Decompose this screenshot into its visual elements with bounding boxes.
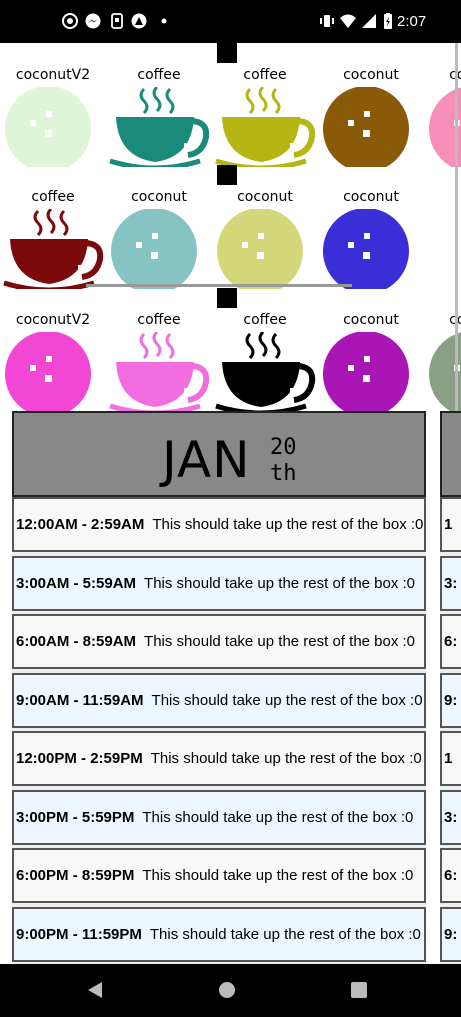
item-label: coffee (243, 312, 287, 328)
slot-description: This should take up the rest of the box … (149, 926, 421, 943)
time-range-label: 3:00PM - 5:59PM (16, 809, 135, 826)
coconut-item[interactable]: coconut (318, 288, 424, 412)
time-range-label: 9:00PM - 11:59PM (16, 926, 142, 943)
time-range-label: 3:00AM - 5:59AM (16, 575, 137, 592)
item-label: coffee (137, 312, 181, 328)
position-marker (217, 43, 237, 63)
next-calendar-date-header (440, 411, 461, 497)
item-label: coconut (343, 189, 399, 205)
slot-description: This should take up the rest of the box … (144, 575, 416, 592)
app-notification-icon (111, 13, 123, 29)
screen-record-icon (62, 13, 78, 29)
day-suffix: th (270, 461, 297, 486)
time-range-label: 6:00AM - 8:59AM (16, 633, 137, 650)
time-slot-row[interactable]: 1 (440, 731, 461, 786)
time-range-label: 6:00PM - 8:59PM (16, 867, 135, 884)
time-slot-row[interactable]: 3: (440, 790, 461, 845)
time-slot-row[interactable]: 3:00PM - 5:59PM This should take up the r… (12, 790, 426, 845)
cell-signal-icon (362, 14, 376, 28)
time-slot-row[interactable]: 12:00AM - 2:59AM This should take up the … (12, 497, 426, 552)
item-label: coconutV2 (15, 67, 91, 83)
time-slot-row[interactable]: 12:00PM - 2:59PM This should take up the … (12, 731, 426, 786)
item-label: coffee (137, 67, 181, 83)
time-slot-row[interactable]: 9: (440, 673, 461, 728)
navigation-bar (0, 964, 461, 1017)
position-marker (217, 288, 237, 308)
vibrate-icon (320, 15, 334, 27)
coffee-item[interactable]: coffee (0, 165, 106, 289)
recents-icon[interactable] (350, 981, 368, 999)
coconut-item[interactable]: coconut (106, 165, 212, 289)
time-slot-row[interactable]: 9:00AM - 11:59AM This should take up the … (12, 673, 426, 728)
item-label: coconut (237, 189, 293, 205)
item-label: coconut (131, 189, 187, 205)
month-label: JAN (162, 431, 251, 489)
time-slot-row[interactable]: 6: (440, 848, 461, 903)
time-slot-row[interactable]: 6:00PM - 8:59PM This should take up the r… (12, 848, 426, 903)
item-label: coconut (343, 312, 399, 328)
position-marker (217, 165, 237, 185)
status-bar: 2:07 (0, 0, 461, 43)
time-slot-row[interactable]: 9: (440, 907, 461, 962)
day-label: 20 th (270, 435, 297, 487)
item-label: coconut (343, 67, 399, 83)
slot-description: This should take up the rest of the box … (142, 809, 414, 826)
item-carousel[interactable]: coconutV2 coffee coffee coconut coconut … (0, 43, 461, 412)
time-range-label: 12:00PM - 2:59PM (16, 750, 143, 767)
coconut-item[interactable]: coconutV2 (0, 43, 106, 167)
item-label: coffee (243, 67, 287, 83)
expo-icon (131, 13, 147, 29)
coconut-item[interactable]: coconut (318, 165, 424, 289)
messenger-icon (85, 13, 101, 29)
wifi-icon (340, 14, 356, 28)
battery-icon (384, 13, 392, 29)
slot-description: This should take up the rest of the box … (144, 633, 416, 650)
slot-description: This should take up the rest of the box … (142, 867, 414, 884)
coconut-item[interactable]: coconutV2 (0, 288, 106, 412)
slot-description: This should take up the rest of the box … (150, 750, 422, 767)
coffee-item[interactable]: coffee (106, 288, 212, 412)
time-slot-row[interactable]: 6: (440, 614, 461, 669)
back-icon[interactable] (86, 981, 104, 999)
time-slot-row[interactable]: 9:00PM - 11:59PM This should take up the … (12, 907, 426, 962)
slot-description: This should take up the rest of the box … (151, 692, 423, 709)
slot-description: This should take up the rest of the box … (152, 516, 424, 533)
clock: 2:07 (397, 13, 427, 30)
next-calendar-day-card[interactable]: 1 3: 6: 9: 1 3: 6: 9: (440, 411, 461, 964)
coconut-item[interactable]: coconut (318, 43, 424, 167)
item-label: coconutV2 (15, 312, 91, 328)
coffee-item[interactable]: coffee (106, 43, 212, 167)
day-number: 20 (270, 435, 297, 460)
home-icon[interactable] (218, 981, 236, 999)
more-notifications-icon (161, 18, 167, 24)
time-slot-row[interactable]: 3: (440, 556, 461, 611)
time-slot-row[interactable]: 6:00AM - 8:59AM This should take up the r… (12, 614, 426, 669)
calendar-day-card[interactable]: JAN 20 th 12:00AM - 2:59AM This should ta… (12, 411, 426, 964)
time-slot-row[interactable]: 3:00AM - 5:59AM This should take up the r… (12, 556, 426, 611)
item-label: coffee (31, 189, 75, 205)
time-range-label: 9:00AM - 11:59AM (16, 692, 144, 709)
calendar-date-header: JAN 20 th (12, 411, 426, 497)
time-range-label: 12:00AM - 2:59AM (16, 516, 145, 533)
horizontal-scrollbar[interactable] (86, 284, 352, 287)
time-slot-row[interactable]: 1 (440, 497, 461, 552)
vertical-scrollbar[interactable] (455, 43, 458, 412)
